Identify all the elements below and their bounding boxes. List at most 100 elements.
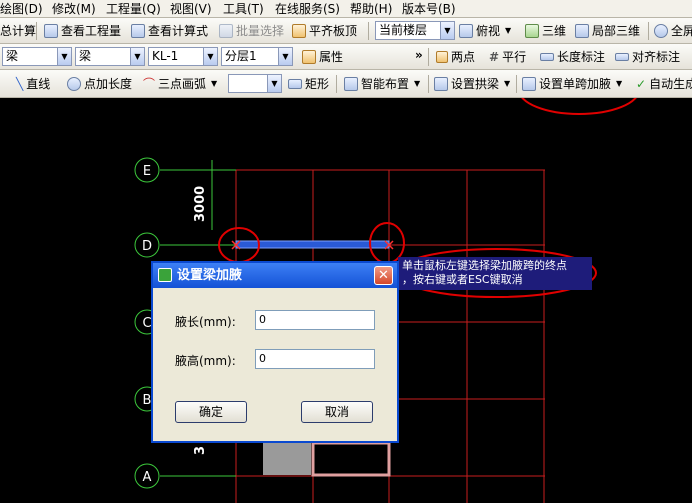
haunch-length-label: 腋长(mm): xyxy=(175,315,236,329)
view-quantity-label: 查看工程量 xyxy=(61,24,122,38)
ok-button[interactable]: 确定 xyxy=(175,401,247,423)
view-formula-button[interactable]: 查看计算式 xyxy=(131,20,208,42)
menu-quantity[interactable]: 工程量(Q) xyxy=(106,0,161,17)
separator xyxy=(336,75,337,93)
tooltip-line-2: ，按右键或者ESC键取消 xyxy=(402,273,523,286)
calc-button[interactable]: 总计算 xyxy=(0,20,36,42)
type-select[interactable]: 梁 ▼ xyxy=(75,47,145,66)
type-value: 梁 xyxy=(79,49,92,63)
length-dim-icon xyxy=(540,53,554,61)
batch-select-button[interactable]: 批量选择 xyxy=(219,20,284,42)
column-hatch xyxy=(263,443,311,475)
full-screen-label: 全屏 xyxy=(671,24,692,38)
length-dim-label: 长度标注 xyxy=(557,50,606,64)
separator xyxy=(36,22,37,40)
separator xyxy=(428,48,429,66)
close-button[interactable]: ✕ xyxy=(374,266,393,285)
set-beam-haunch-dialog: 设置梁加腋 ✕ 腋长(mm): 0 腋高(mm): 0 确定 取消 xyxy=(151,261,399,443)
length-dim-button[interactable]: 长度标注 xyxy=(540,46,605,68)
element-select[interactable]: KL-1 ▼ xyxy=(148,47,218,66)
separator xyxy=(428,75,429,93)
separator xyxy=(516,75,517,93)
menu-online[interactable]: 在线服务(S) xyxy=(275,0,340,17)
chevron-down-icon: ▼ xyxy=(267,75,281,92)
dialog-title-bar[interactable]: 设置梁加腋 ✕ xyxy=(153,263,397,288)
chevron-down-icon: ▼ xyxy=(130,48,144,65)
line-button[interactable]: ╲ 直线 xyxy=(16,73,50,95)
view-quantity-button[interactable]: 查看工程量 xyxy=(44,20,121,42)
menu-draw[interactable]: 绘图(D) xyxy=(0,0,43,17)
menu-version[interactable]: 版本号(B) xyxy=(402,0,456,17)
cube-icon xyxy=(459,24,473,38)
menu-modify[interactable]: 修改(M) xyxy=(52,0,96,17)
dropdown-arrow-icon: ▼ xyxy=(616,79,623,88)
smart-place-label: 智能布置 xyxy=(361,77,410,91)
rectangle-button[interactable]: 矩形 xyxy=(288,73,329,95)
point-length-button[interactable]: 点加长度 xyxy=(67,73,132,95)
category-select[interactable]: 梁 ▼ xyxy=(2,47,72,66)
toolbar-overflow-button[interactable]: » xyxy=(415,44,423,66)
toolbar-draw: ╲ 直线 点加长度 ⌒ 三点画弧 ▼ ▼ 矩形 智能布置 ▼ 设置拱梁 ▼ 设置单跨加腋 ▼… xyxy=(0,70,692,98)
dimension-text-3: 3 xyxy=(193,446,208,455)
column-outline xyxy=(311,441,391,477)
line-label: 直线 xyxy=(26,77,51,91)
set-single-haunch-label: 设置单跨加腋 xyxy=(539,77,612,91)
properties-button[interactable]: 属性 xyxy=(302,46,343,68)
calc-label: 总计算 xyxy=(0,24,37,38)
full-screen-button[interactable]: 全屏 xyxy=(654,20,692,42)
three-point-arc-label: 三点画弧 xyxy=(158,77,207,91)
floor-select-value: 当前楼层 xyxy=(379,23,428,37)
quantity-icon xyxy=(44,24,58,38)
annotation-circle-toolbar xyxy=(521,98,637,115)
three-d-label: 三维 xyxy=(542,24,567,38)
dialog-title: 设置梁加腋 xyxy=(177,268,243,283)
three-point-arc-button[interactable]: ⌒ 三点画弧 ▼ xyxy=(143,73,217,95)
layer-value: 分层1 xyxy=(225,49,257,63)
local-3d-button[interactable]: 局部三维 xyxy=(575,20,640,42)
category-value: 梁 xyxy=(6,49,19,63)
chevron-down-icon: ▼ xyxy=(440,22,454,39)
chevron-down-icon: ▼ xyxy=(278,48,292,65)
batch-select-icon xyxy=(219,24,233,38)
status-tooltip: 单击鼠标左键选择梁加腋跨的终点 ，按右键或者ESC键取消 xyxy=(398,257,592,290)
align-dim-button[interactable]: 对齐标注 xyxy=(615,46,680,68)
rectangle-icon xyxy=(288,79,302,89)
two-points-button[interactable]: 两点 xyxy=(436,46,475,68)
app-icon xyxy=(158,268,172,282)
line-icon: ╲ xyxy=(16,77,24,91)
menu-help[interactable]: 帮助(H) xyxy=(350,0,392,17)
chevron-down-icon: ▼ xyxy=(203,48,217,65)
two-points-label: 两点 xyxy=(451,50,476,64)
auto-generate-button[interactable]: ✓自动生成 xyxy=(636,73,692,95)
rectangle-label: 矩形 xyxy=(305,77,330,91)
dropdown-arrow-icon: ▼ xyxy=(414,79,421,88)
dropdown-arrow-icon: ▼ xyxy=(211,79,218,88)
properties-icon xyxy=(302,50,316,64)
parallel-button[interactable]: # 平行 xyxy=(489,46,526,68)
arc-options-select[interactable]: ▼ xyxy=(228,74,282,93)
separator xyxy=(368,22,369,40)
local-3d-label: 局部三维 xyxy=(592,24,641,38)
batch-select-label: 批量选择 xyxy=(236,24,285,38)
smart-place-button[interactable]: 智能布置 ▼ xyxy=(344,73,420,95)
floor-select[interactable]: 当前楼层 ▼ xyxy=(375,21,455,40)
separator xyxy=(648,22,649,40)
haunch-length-input[interactable]: 0 xyxy=(255,310,375,330)
cancel-button[interactable]: 取消 xyxy=(301,401,373,423)
menu-tools[interactable]: 工具(T) xyxy=(223,0,264,17)
menu-view[interactable]: 视图(V) xyxy=(170,0,212,17)
layer-select[interactable]: 分层1 ▼ xyxy=(221,47,293,66)
arch-icon xyxy=(434,77,448,91)
view-mode-button[interactable]: 俯视 ▼ xyxy=(459,20,511,42)
parallel-label: 平行 xyxy=(502,50,527,64)
set-arch-button[interactable]: 设置拱梁 ▼ xyxy=(434,73,510,95)
arc-icon: ⌒ xyxy=(143,77,156,91)
flush-slab-top-button[interactable]: 平齐板顶 xyxy=(292,20,357,42)
three-d-button[interactable]: 三维 xyxy=(525,20,566,42)
haunch-height-input[interactable]: 0 xyxy=(255,349,375,369)
three-d-icon xyxy=(525,24,539,38)
pencil-icon xyxy=(436,51,448,63)
set-single-haunch-button[interactable]: 设置单跨加腋 ▼ xyxy=(522,73,622,95)
dropdown-arrow-icon: ▼ xyxy=(505,26,512,35)
check-icon: ✓ xyxy=(636,77,647,91)
